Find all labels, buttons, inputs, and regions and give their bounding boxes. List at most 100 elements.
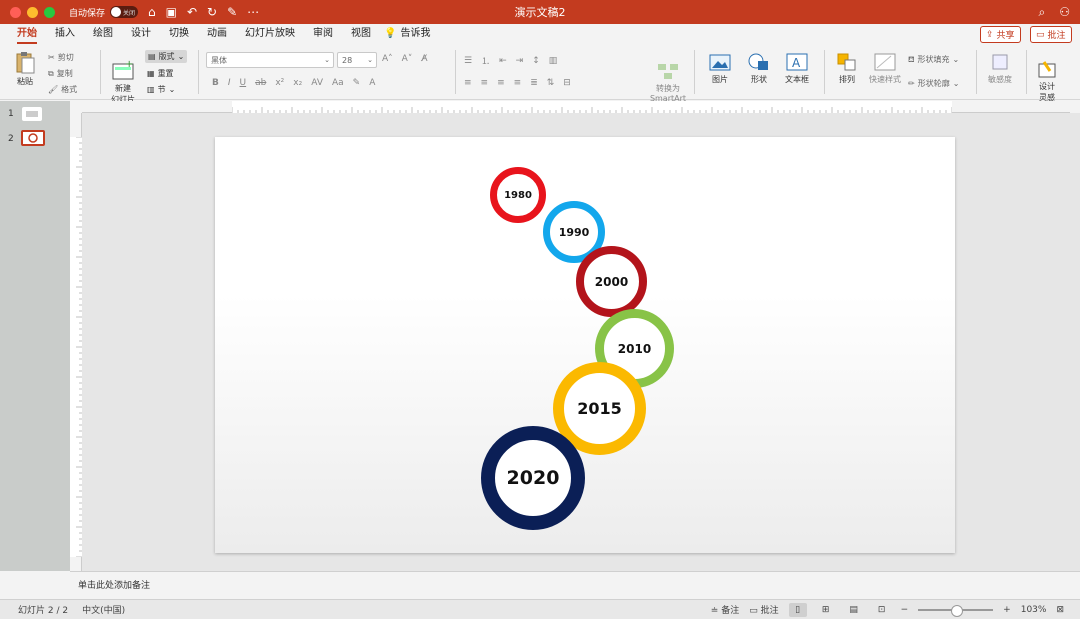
slide-thumbnail-1[interactable]	[22, 107, 42, 121]
normal-view-button[interactable]: ▯	[788, 602, 807, 617]
increase-font-icon[interactable]: A˄	[382, 54, 393, 64]
char-spacing-icon[interactable]: AV	[311, 78, 323, 88]
shape-outline-button[interactable]: ✏ 形状轮廓 ⌄	[908, 78, 959, 89]
clear-format-icon[interactable]: A̸	[421, 54, 427, 64]
decrease-font-icon[interactable]: A˅	[402, 54, 413, 64]
distribute-icon[interactable]: ≣	[530, 78, 538, 88]
reset-icon: ▦	[147, 69, 155, 78]
home-icon[interactable]: ⌂	[148, 5, 156, 19]
quick-styles-button[interactable]: 快速样式	[866, 52, 904, 85]
tab-view[interactable]: 视图	[342, 24, 380, 44]
change-case-icon[interactable]: Aa	[332, 78, 344, 88]
comments-toggle[interactable]: ▭ 批注	[749, 603, 778, 616]
edit-icon[interactable]: ✎	[227, 5, 237, 19]
notes-toggle[interactable]: ≐ 备注	[711, 603, 739, 616]
separator	[455, 50, 456, 94]
justify-icon[interactable]: ≡	[514, 78, 522, 88]
superscript-icon[interactable]: x²	[275, 78, 284, 88]
close-window-button[interactable]	[10, 6, 21, 18]
arrange-button[interactable]: 排列	[830, 52, 864, 85]
scissors-icon: ✂	[48, 53, 55, 62]
reading-view-button[interactable]: ▤	[845, 603, 863, 617]
section-button[interactable]: ▥ 节 ⌄	[147, 84, 175, 95]
strikethrough-icon[interactable]: ab	[255, 78, 266, 88]
align-center-icon[interactable]: ≡	[481, 78, 489, 88]
search-icon[interactable]: ⌕	[1039, 5, 1046, 20]
align-left-icon[interactable]: ≡	[464, 78, 472, 88]
align-text-icon[interactable]: ⊟	[563, 78, 571, 88]
comment-icon: ▭	[749, 606, 758, 616]
picture-button[interactable]: 图片	[702, 52, 738, 85]
columns-icon[interactable]: ▥	[549, 56, 558, 66]
tab-draw[interactable]: 绘图	[84, 24, 122, 44]
format-painter-button[interactable]: 🖌 格式	[48, 84, 77, 95]
tab-animations[interactable]: 动画	[198, 24, 236, 44]
zoom-window-button[interactable]	[44, 6, 55, 18]
shape-button[interactable]: 形状	[742, 52, 776, 85]
increase-indent-icon[interactable]: ⇥	[516, 56, 524, 66]
picture-label: 图片	[712, 75, 728, 84]
slide[interactable]: 1980 1990 2000 2010 2015 2020	[215, 137, 955, 553]
cut-button[interactable]: ✂ 剪切	[48, 52, 74, 63]
timeline-circle-2020[interactable]: 2020	[481, 426, 585, 530]
text-direction-icon[interactable]: ⇅	[547, 78, 555, 88]
line-spacing-icon[interactable]: ↕	[532, 56, 540, 66]
align-right-icon[interactable]: ≡	[497, 78, 505, 88]
slideshow-button[interactable]: ⊡	[873, 603, 891, 617]
zoom-in-button[interactable]: +	[1003, 605, 1011, 615]
highlight-icon[interactable]: ✎	[353, 78, 361, 88]
timeline-circle-1980[interactable]: 1980	[490, 167, 546, 223]
normal-view-icon: ▯	[795, 604, 801, 615]
minimize-window-button[interactable]	[27, 6, 38, 18]
slide-thumbnail-2[interactable]	[21, 130, 45, 146]
bold-icon[interactable]: B	[212, 78, 219, 88]
underline-icon[interactable]: U	[240, 78, 247, 88]
separator	[198, 50, 199, 94]
fit-to-window-icon[interactable]: ⊠	[1056, 605, 1064, 615]
copy-button[interactable]: ⧉ 复制	[48, 68, 73, 79]
save-icon[interactable]: ▣	[166, 5, 177, 19]
language-indicator[interactable]: 中文(中国)	[82, 603, 125, 616]
shape-fill-button[interactable]: ⛾ 形状填充 ⌄	[908, 54, 959, 65]
notes-toggle-label: 备注	[721, 606, 740, 616]
textbox-button[interactable]: A 文本框	[778, 52, 816, 85]
tab-slideshow[interactable]: 幻灯片放映	[236, 24, 304, 44]
tab-insert[interactable]: 插入	[46, 24, 84, 44]
account-icon[interactable]: ⚇	[1059, 5, 1070, 20]
tab-design[interactable]: 设计	[122, 24, 160, 44]
format-label: 格式	[61, 85, 78, 94]
more-icon[interactable]: ⋯	[247, 5, 259, 19]
zoom-slider[interactable]	[918, 604, 994, 617]
redo-icon[interactable]: ↻	[207, 5, 217, 19]
timeline-circle-2000[interactable]: 2000	[576, 246, 647, 317]
autosave-toggle[interactable]: 关闭	[110, 6, 139, 18]
slide-sorter-button[interactable]: ⊞	[817, 603, 835, 617]
undo-icon[interactable]: ↶	[187, 5, 197, 19]
numbering-icon[interactable]: ⒈	[481, 54, 490, 67]
tab-transitions[interactable]: 切换	[160, 24, 198, 44]
zoom-out-button[interactable]: −	[901, 605, 909, 615]
tab-review[interactable]: 审阅	[304, 24, 342, 44]
paste-button[interactable]: 粘贴	[8, 50, 42, 87]
quick-styles-icon	[874, 53, 896, 71]
tell-me[interactable]: 💡 告诉我	[380, 24, 439, 44]
arrange-icon	[837, 53, 856, 71]
decrease-indent-icon[interactable]: ⇤	[499, 56, 507, 66]
notes-icon: ≐	[710, 606, 719, 616]
layout-button[interactable]: ▤ 版式 ⌄	[145, 50, 188, 63]
font-name-select[interactable]: 黑体 ⌄	[206, 52, 334, 68]
zoom-level[interactable]: 103%	[1021, 605, 1047, 615]
share-button[interactable]: ⇪ 共享	[980, 26, 1021, 43]
reset-button[interactable]: ▦ 重置	[147, 68, 174, 79]
tab-home[interactable]: 开始	[8, 24, 46, 44]
notes-pane[interactable]: 单击此处添加备注	[70, 571, 1080, 599]
comments-button[interactable]: ▭ 批注	[1030, 26, 1072, 43]
italic-icon[interactable]: I	[228, 78, 231, 88]
font-color-icon[interactable]: A	[369, 78, 375, 88]
font-size-select[interactable]: 28 ⌄	[337, 52, 377, 68]
bullets-icon[interactable]: ☰	[464, 56, 472, 66]
subscript-icon[interactable]: x₂	[293, 78, 302, 88]
list-controls: ☰ ⒈ ⇤ ⇥ ↕ ▥	[464, 54, 558, 68]
font-format-controls: B I U ab x² x₂ AV Aa ✎ A	[212, 78, 375, 88]
sensitivity-button[interactable]: 敏感度	[982, 52, 1018, 85]
